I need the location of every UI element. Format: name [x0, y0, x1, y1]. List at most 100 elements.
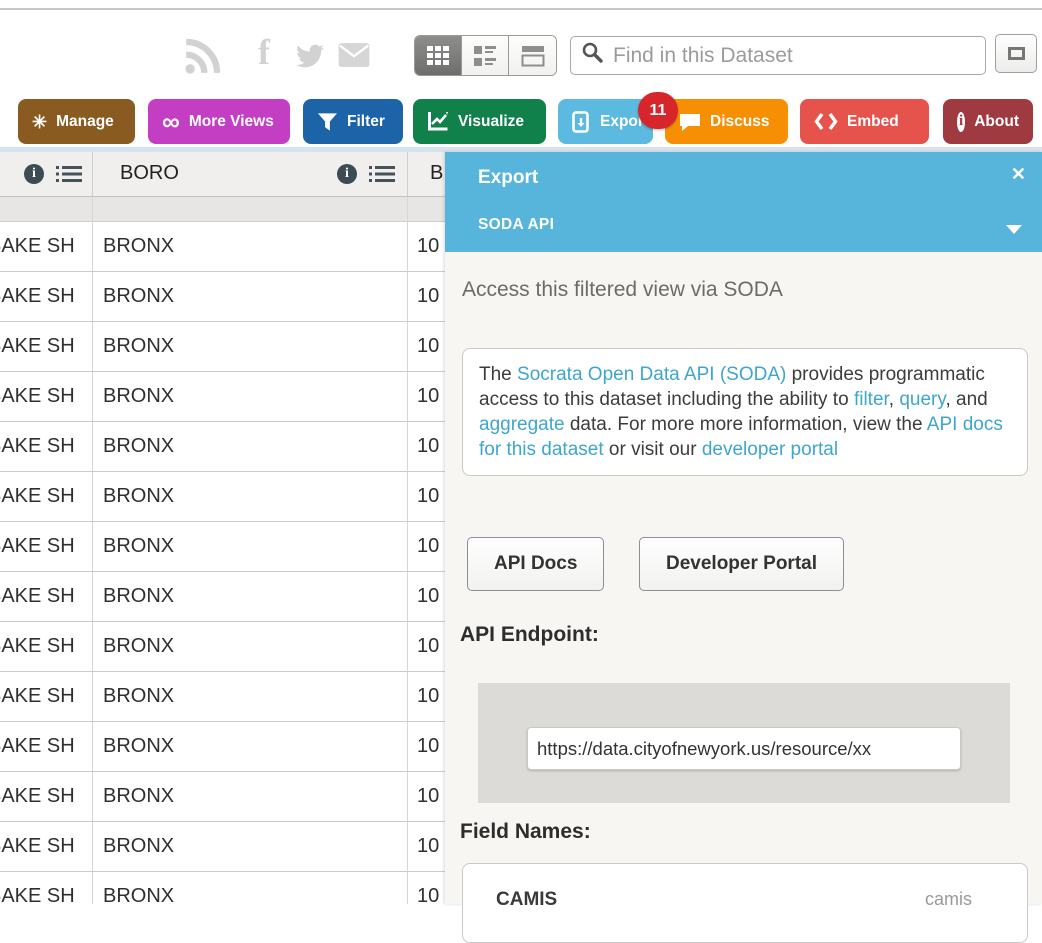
cell-building[interactable]: 10 [408, 472, 445, 521]
table-row[interactable]: BAKE SH BRONX 10 [0, 872, 445, 904]
cell-dba[interactable]: BAKE SH [0, 672, 93, 721]
cell-dba[interactable]: BAKE SH [0, 422, 93, 471]
cell-building[interactable]: 10 [408, 222, 445, 271]
cell-dba[interactable]: BAKE SH [0, 272, 93, 321]
cell-boro[interactable]: BRONX [93, 272, 408, 321]
embed-button[interactable]: Embed [800, 99, 929, 144]
table-row[interactable]: BAKE SH BRONX 10 [0, 672, 445, 722]
table-row[interactable]: BAKE SH BRONX 10 [0, 522, 445, 572]
cell-boro[interactable]: BRONX [93, 822, 408, 871]
cell-dba[interactable]: BAKE SH [0, 622, 93, 671]
fullscreen-icon [1008, 47, 1025, 60]
cell-dba[interactable]: BAKE SH [0, 222, 93, 271]
cell-boro[interactable]: BRONX [93, 372, 408, 421]
filter-button[interactable]: Filter [303, 99, 403, 144]
api-docs-button[interactable]: API Docs [467, 537, 604, 591]
cell-dba[interactable]: BAKE SH [0, 872, 93, 904]
column-menu-icon[interactable] [369, 165, 395, 188]
fullscreen-button[interactable] [995, 34, 1037, 73]
developer-portal-button[interactable]: Developer Portal [639, 537, 844, 591]
cell-dba[interactable]: BAKE SH [0, 322, 93, 371]
cell-boro[interactable]: BRONX [93, 622, 408, 671]
field-names-box: CAMIS camis [462, 863, 1028, 943]
filter-link[interactable]: filter [854, 389, 889, 410]
column-menu-icon[interactable] [56, 165, 82, 188]
column-info-icon[interactable]: i [24, 164, 44, 184]
cell-building[interactable]: 10 [408, 772, 445, 821]
chart-icon [427, 111, 449, 132]
cell-boro[interactable]: BRONX [93, 772, 408, 821]
cell-building[interactable]: 10 [408, 372, 445, 421]
cell-boro[interactable]: BRONX [93, 322, 408, 371]
table-row[interactable]: BAKE SH BRONX 10 [0, 822, 445, 872]
cell-building[interactable]: 10 [408, 422, 445, 471]
soda-subtitle: Access this filtered view via SODA [462, 278, 783, 302]
cell-building[interactable]: 10 [408, 572, 445, 621]
table-row[interactable]: BAKE SH BRONX 10 [0, 372, 445, 422]
facebook-icon[interactable]: f [258, 34, 270, 70]
table-row[interactable]: BAKE SH BRONX 10 [0, 422, 445, 472]
about-button[interactable]: i About [943, 99, 1033, 144]
column-info-icon[interactable]: i [337, 164, 357, 184]
table-subheader-row [0, 197, 445, 222]
table-row[interactable]: BAKE SH BRONX 10 [0, 222, 445, 272]
api-endpoint-input[interactable] [527, 727, 961, 770]
table-row[interactable]: BAKE SH BRONX 10 [0, 622, 445, 672]
cell-boro[interactable]: BRONX [93, 672, 408, 721]
cell-dba[interactable]: BAKE SH [0, 472, 93, 521]
discuss-button[interactable]: Discuss [665, 99, 788, 144]
more-views-button[interactable]: ∞ More Views [148, 99, 290, 144]
cell-boro[interactable]: BRONX [93, 222, 408, 271]
aggregate-link[interactable]: aggregate [479, 414, 565, 435]
cell-dba[interactable]: BAKE SH [0, 722, 93, 771]
cell-boro[interactable]: BRONX [93, 572, 408, 621]
field-api-name: camis [925, 889, 972, 911]
cell-boro[interactable]: BRONX [93, 722, 408, 771]
cell-dba[interactable]: BAKE SH [0, 522, 93, 571]
cell-dba[interactable]: BAKE SH [0, 372, 93, 421]
cell-boro[interactable]: BRONX [93, 872, 408, 904]
soda-api-section-header[interactable]: SODA API [445, 206, 1042, 252]
table-row[interactable]: BAKE SH BRONX 10 [0, 472, 445, 522]
table-row[interactable]: BAKE SH BRONX 10 [0, 322, 445, 372]
cell-building[interactable]: 10 [408, 672, 445, 721]
cell-building[interactable]: 10 [408, 272, 445, 321]
cell-building[interactable]: 10 [408, 622, 445, 671]
close-icon[interactable]: ✕ [1011, 164, 1026, 185]
rss-icon[interactable] [183, 38, 221, 81]
developer-portal-link[interactable]: developer portal [702, 439, 838, 460]
visualize-button[interactable]: Visualize [413, 99, 546, 144]
fatrow-view-button[interactable] [462, 36, 509, 75]
cell-dba[interactable]: BAKE SH [0, 772, 93, 821]
column-header-dba[interactable]: i [0, 152, 93, 196]
table-row[interactable]: BAKE SH BRONX 10 [0, 722, 445, 772]
twitter-icon[interactable] [293, 42, 327, 75]
cell-building[interactable]: 10 [408, 522, 445, 571]
discuss-label: Discuss [710, 113, 769, 131]
cell-dba[interactable]: BAKE SH [0, 822, 93, 871]
cell-boro[interactable]: BRONX [93, 522, 408, 571]
cell-boro[interactable]: BRONX [93, 472, 408, 521]
manage-button[interactable]: ✳ Manage [18, 99, 135, 144]
query-link[interactable]: query [899, 389, 945, 410]
cell-building[interactable]: 10 [408, 872, 445, 904]
table-row[interactable]: BAKE SH BRONX 10 [0, 272, 445, 322]
table-row[interactable]: BAKE SH BRONX 10 [0, 772, 445, 822]
email-icon[interactable] [336, 42, 372, 73]
cell-building[interactable]: 10 [408, 822, 445, 871]
soda-api-link[interactable]: Socrata Open Data API (SODA) [517, 364, 786, 385]
cell-building[interactable]: 10 [408, 322, 445, 371]
cell-boro[interactable]: BRONX [93, 422, 408, 471]
cell-dba[interactable]: BAKE SH [0, 572, 93, 621]
search-icon [581, 41, 605, 70]
grid-view-button[interactable] [415, 36, 462, 75]
column-header-building[interactable]: B [408, 152, 445, 196]
page-view-button[interactable] [509, 36, 556, 75]
api-endpoint-label: API Endpoint: [460, 623, 599, 647]
column-header-boro[interactable]: BORO i [93, 152, 408, 196]
cell-building[interactable]: 10 [408, 722, 445, 771]
search-input[interactable] [613, 44, 985, 68]
export-panel-body: Access this filtered view via SODA The S… [445, 252, 1042, 904]
table-row[interactable]: BAKE SH BRONX 10 [0, 572, 445, 622]
export-panel-title: Export [478, 167, 538, 189]
